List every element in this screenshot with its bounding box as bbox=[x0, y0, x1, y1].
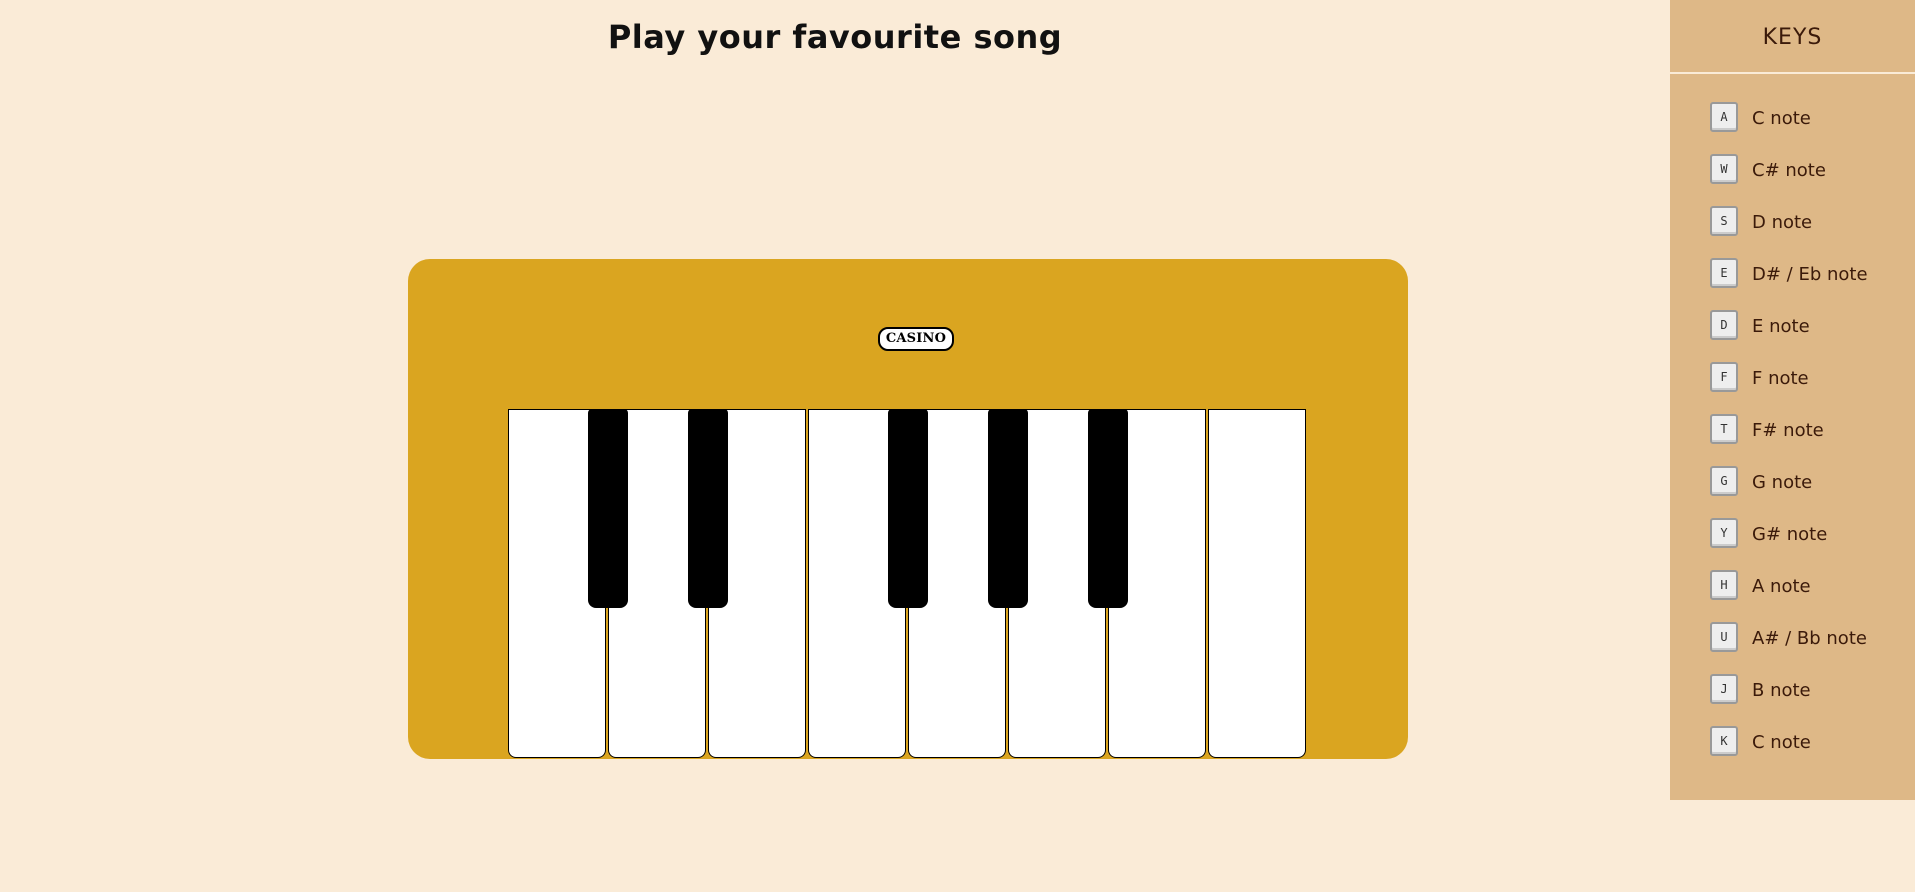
key-mapping-item: Y G# note bbox=[1710, 518, 1915, 572]
note-label: C note bbox=[1752, 732, 1811, 753]
note-label: A note bbox=[1752, 576, 1811, 597]
page-title: Play your favourite song bbox=[607, 18, 1063, 56]
keyboard-key-cap: S bbox=[1710, 206, 1738, 236]
key-mapping-item: T F# note bbox=[1710, 414, 1915, 468]
black-key-c-sharp[interactable] bbox=[588, 409, 628, 608]
key-mapping-item: U A# / Bb note bbox=[1710, 622, 1915, 676]
note-label: C# note bbox=[1752, 160, 1826, 181]
keyboard-key-cap: K bbox=[1710, 726, 1738, 756]
black-key-f-sharp[interactable] bbox=[888, 409, 928, 608]
black-key-d-sharp[interactable] bbox=[688, 409, 728, 608]
page: Play your favourite song CASINO KEYS A C… bbox=[0, 0, 1915, 892]
keyboard-key-cap: A bbox=[1710, 102, 1738, 132]
note-label: G note bbox=[1752, 472, 1813, 493]
keys-sidebar: KEYS A C note W C# note S D note E D# / … bbox=[1670, 0, 1915, 800]
key-mapping-item: F F note bbox=[1710, 362, 1915, 416]
key-mapping-item: G G note bbox=[1710, 466, 1915, 520]
keyboard-key-cap: Y bbox=[1710, 518, 1738, 548]
key-mapping-item: E D# / Eb note bbox=[1710, 258, 1915, 312]
note-label: B note bbox=[1752, 680, 1811, 701]
white-key-c-high[interactable] bbox=[1208, 409, 1306, 758]
note-label: E note bbox=[1752, 316, 1810, 337]
note-label: G# note bbox=[1752, 524, 1828, 545]
sidebar-title: KEYS bbox=[1670, 0, 1915, 74]
black-key-a-sharp[interactable] bbox=[1088, 409, 1128, 608]
key-mapping-item: K C note bbox=[1710, 726, 1915, 780]
piano-brand-badge: CASINO bbox=[878, 327, 954, 351]
keyboard-key-cap: W bbox=[1710, 154, 1738, 184]
note-label: F# note bbox=[1752, 420, 1824, 441]
keyboard-key-cap: H bbox=[1710, 570, 1738, 600]
keyboard-key-cap: U bbox=[1710, 622, 1738, 652]
keyboard-key-cap: F bbox=[1710, 362, 1738, 392]
keyboard-key-cap: D bbox=[1710, 310, 1738, 340]
key-mapping-item: A C note bbox=[1710, 102, 1915, 156]
key-mapping-item: J B note bbox=[1710, 674, 1915, 728]
keyboard-key-cap: T bbox=[1710, 414, 1738, 444]
note-label: D# / Eb note bbox=[1752, 264, 1868, 285]
piano-body: CASINO bbox=[408, 259, 1408, 759]
key-mapping-item: S D note bbox=[1710, 206, 1915, 260]
key-mapping-item: D E note bbox=[1710, 310, 1915, 364]
piano-keyboard bbox=[508, 409, 1309, 759]
keyboard-key-cap: E bbox=[1710, 258, 1738, 288]
key-mapping-item: H A note bbox=[1710, 570, 1915, 624]
keyboard-key-cap: G bbox=[1710, 466, 1738, 496]
note-label: F note bbox=[1752, 368, 1809, 389]
note-label: C note bbox=[1752, 108, 1811, 129]
black-key-g-sharp[interactable] bbox=[988, 409, 1028, 608]
key-mapping-item: W C# note bbox=[1710, 154, 1915, 208]
note-label: A# / Bb note bbox=[1752, 628, 1867, 649]
key-mapping-list: A C note W C# note S D note E D# / Eb no… bbox=[1670, 74, 1915, 780]
note-label: D note bbox=[1752, 212, 1813, 233]
keyboard-key-cap: J bbox=[1710, 674, 1738, 704]
